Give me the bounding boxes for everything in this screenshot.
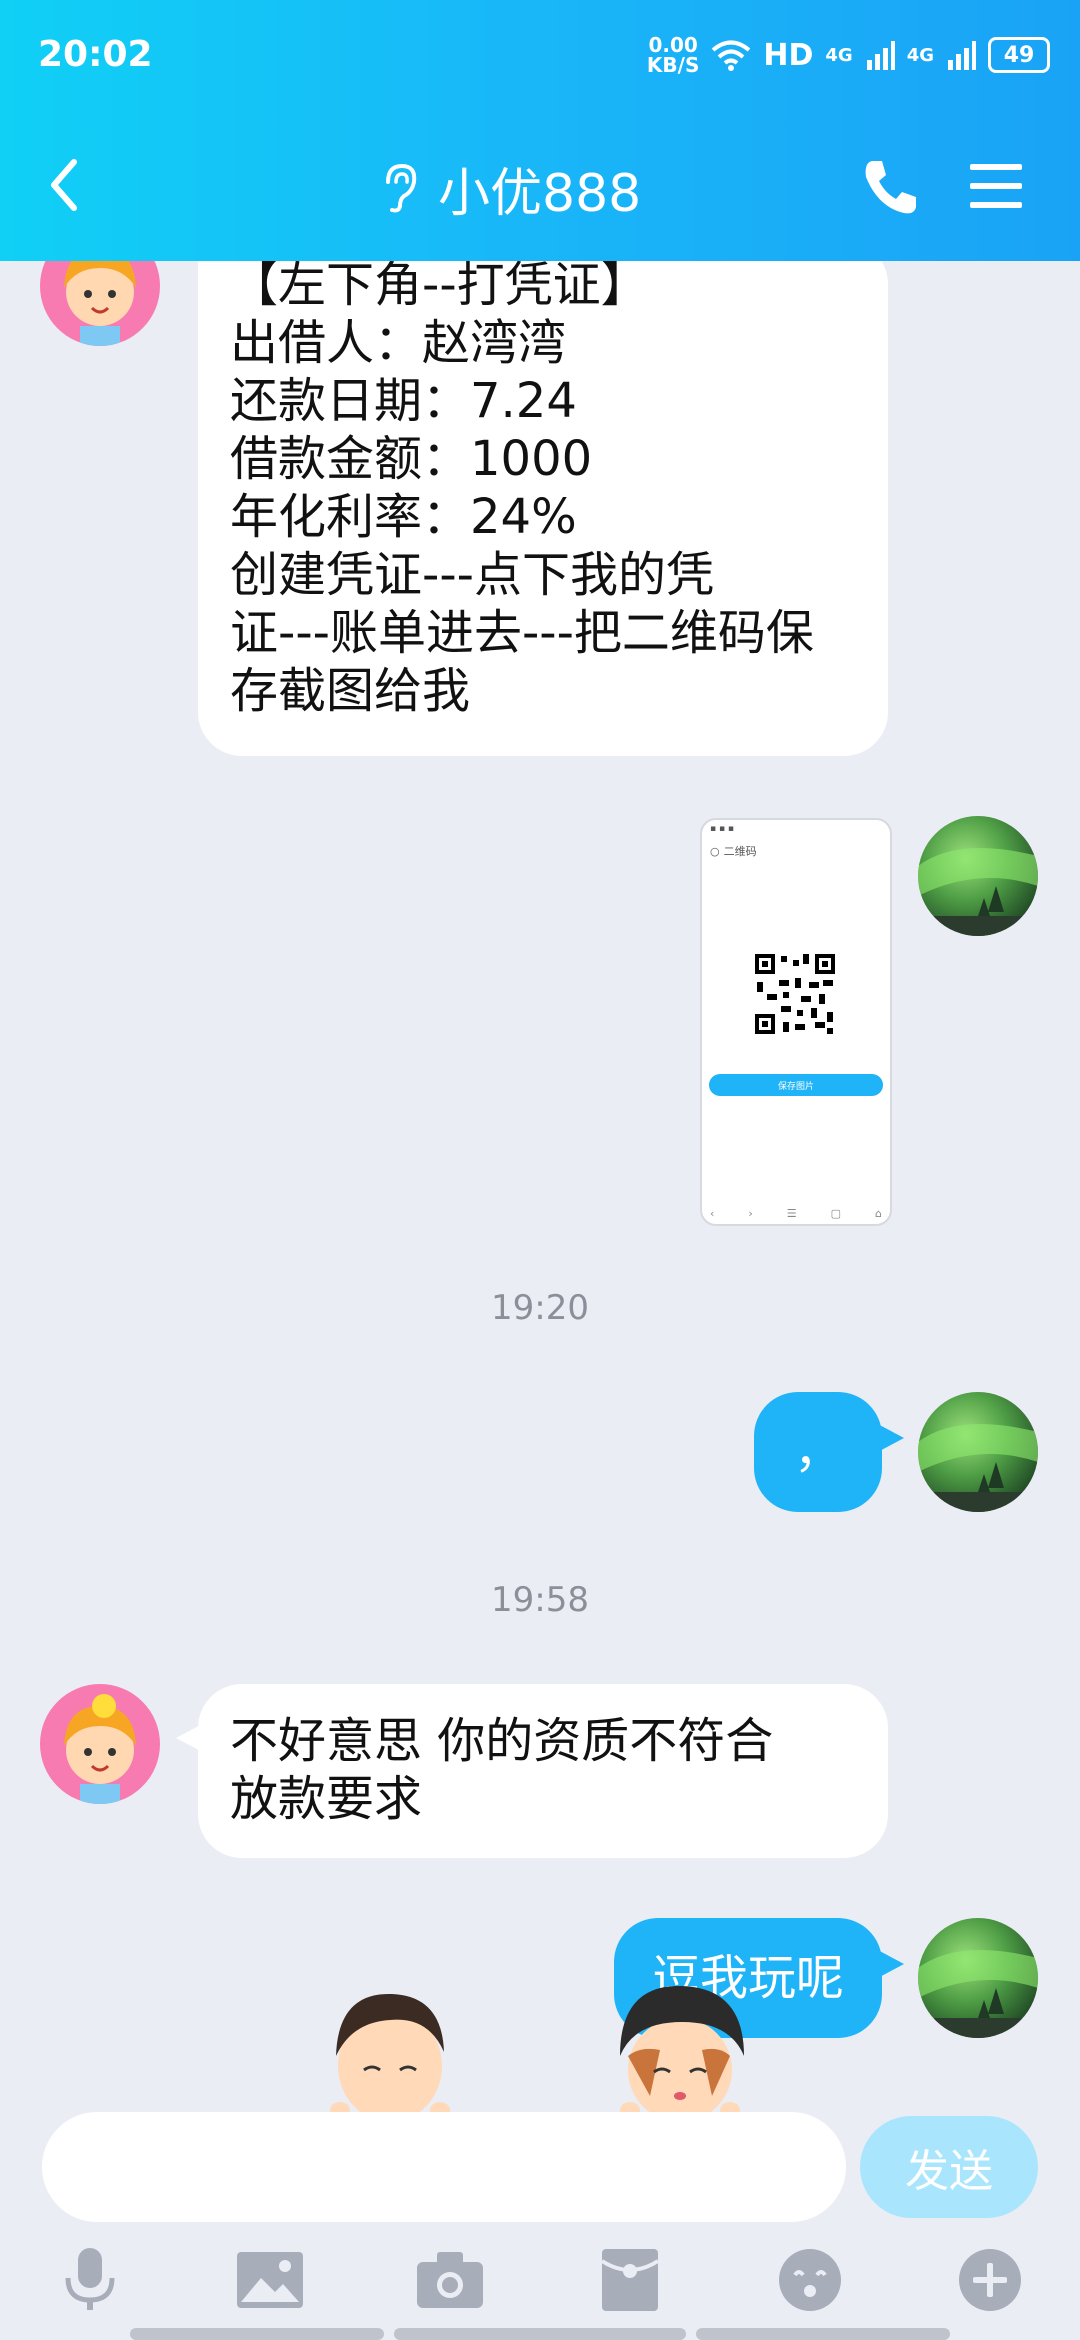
send-button[interactable]: 发送	[860, 2116, 1038, 2218]
my-avatar[interactable]	[918, 1918, 1038, 2038]
image-button[interactable]	[230, 2240, 310, 2320]
red-packet-icon	[600, 2249, 660, 2311]
time-separator: 19:58	[491, 1580, 589, 1620]
thumb-search-text: 二维码	[723, 845, 757, 858]
net-speed-unit: KB/S	[646, 53, 700, 77]
microphone-button[interactable]	[50, 2240, 130, 2320]
thumb-nav-bar: ‹ › ☰ ▢ ⌂	[710, 1207, 882, 1220]
message-text: 不好意思 你的资质不符合 放款要求	[230, 1712, 773, 1828]
image-icon	[237, 2252, 303, 2308]
emoji-button[interactable]	[770, 2240, 850, 2320]
emoji-icon	[779, 2249, 841, 2311]
bubble-tail	[176, 1722, 206, 1754]
message-line: 存截图给我	[230, 663, 471, 719]
message-line: 不好意思 你的资质不符合	[230, 1713, 774, 1769]
girl-emoji-icon	[620, 1986, 744, 2116]
message-line: 借款金额：1000	[230, 431, 593, 487]
battery-indicator: 49	[988, 37, 1050, 73]
bottom-indicator	[696, 2328, 950, 2340]
back-arrow-icon[interactable]	[40, 150, 90, 220]
sent-screenshot-image[interactable]: ▪ ▪ ▪ ○ 二维码 保存图片 ‹ › ☰ ▢ ⌂	[700, 818, 892, 1226]
message-input[interactable]	[42, 2112, 846, 2222]
signal-4g-label-1: 4G	[825, 44, 853, 66]
boy-emoji-icon	[330, 1993, 450, 2116]
message-text: ，	[793, 1423, 842, 1479]
message-line: 【左下角--打凭证】	[230, 257, 649, 313]
aurora-avatar-icon	[918, 1424, 1038, 1512]
plus-button[interactable]	[950, 2240, 1030, 2320]
status-icons: 0.00 KB/S HD 4G 4G 49	[647, 30, 1050, 80]
phone-icon[interactable]	[858, 155, 918, 219]
incoming-message-4[interactable]: 不好意思 你的资质不符合 放款要求	[176, 1684, 888, 1858]
camera-icon	[417, 2252, 483, 2308]
message-line: 创建凭证---点下我的凭	[230, 547, 714, 603]
my-avatar[interactable]	[918, 1392, 1038, 1512]
aurora-avatar-icon	[918, 1950, 1038, 2038]
thumb-search-bar: ○ 二维码	[710, 840, 882, 862]
signal-icon-1	[866, 41, 895, 70]
message-line: 还款日期：7.24	[230, 373, 577, 429]
net-speed-value: 0.00	[648, 33, 698, 57]
input-toolbar	[0, 2240, 1080, 2320]
message-line: 放款要求	[230, 1771, 423, 1827]
message-line: 证---账单进去---把二维码保	[230, 605, 814, 661]
message-line: 年化利率：24%	[230, 489, 577, 545]
menu-icon[interactable]	[966, 160, 1026, 212]
camera-button[interactable]	[410, 2240, 490, 2320]
wifi-icon	[712, 40, 751, 71]
ear-icon	[386, 163, 417, 213]
signal-4g-label-2: 4G	[906, 44, 934, 66]
hd-label: HD	[763, 37, 814, 73]
qr-code-icon	[753, 952, 837, 1036]
message-line: 出借人：赵湾湾	[230, 315, 567, 371]
girl-avatar-icon	[64, 1694, 136, 1804]
red-packet-button[interactable]	[590, 2240, 670, 2320]
outgoing-message-3[interactable]: ，	[754, 1392, 904, 1512]
header: 20:02 0.00 KB/S HD 4G 4G 49 小优888	[0, 0, 1080, 261]
aurora-avatar-icon	[918, 848, 1038, 936]
time-separator: 19:20	[491, 1288, 589, 1328]
contact-avatar[interactable]	[40, 1684, 160, 1804]
thumb-status-bar: ▪ ▪ ▪	[710, 824, 735, 834]
microphone-icon	[65, 2248, 115, 2310]
chat-title-area[interactable]: 小优888	[380, 150, 641, 226]
signal-icon-2	[948, 41, 976, 70]
status-time: 20:02	[38, 34, 153, 75]
incoming-message-1[interactable]: 【左下角--打凭证】 出借人：赵湾湾 还款日期：7.24 借款金额：1000 年…	[198, 240, 888, 756]
my-avatar[interactable]	[918, 816, 1038, 936]
thumb-save-button: 保存图片	[709, 1074, 883, 1096]
bottom-indicator	[394, 2328, 686, 2340]
emoji-characters	[330, 1986, 744, 2116]
chat-title: 小优888	[438, 163, 642, 224]
thumb-search-icon: ○	[710, 844, 720, 858]
net-speed: 0.00 KB/S	[647, 35, 699, 75]
plus-icon	[959, 2249, 1021, 2311]
bottom-indicator	[130, 2328, 384, 2340]
message-text: 【左下角--打凭证】 出借人：赵湾湾 还款日期：7.24 借款金额：1000 年…	[230, 256, 814, 720]
